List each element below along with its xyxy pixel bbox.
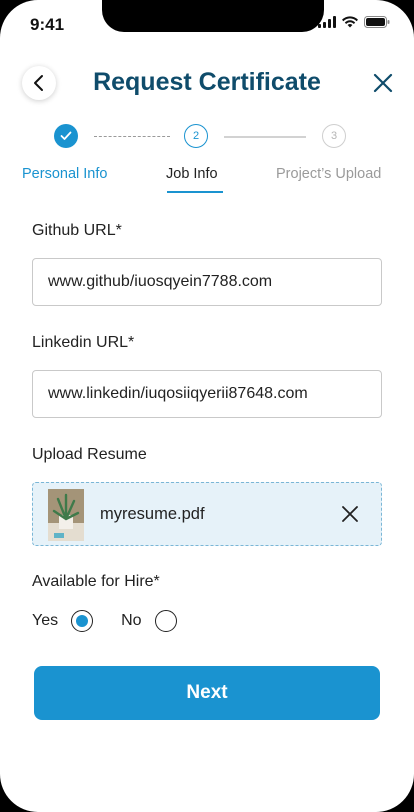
page-title: Request Certificate <box>93 68 321 96</box>
active-tab-indicator <box>167 191 223 193</box>
close-button[interactable] <box>372 72 394 94</box>
battery-icon <box>364 16 390 28</box>
radio-no[interactable] <box>154 610 177 632</box>
tab-personal-info[interactable]: Personal Info <box>22 166 107 182</box>
close-icon <box>373 73 393 93</box>
resume-thumbnail <box>48 489 84 541</box>
remove-file-button[interactable] <box>339 503 361 525</box>
upload-resume-label: Upload Resume <box>32 446 147 463</box>
radio-selected-dot <box>76 615 89 627</box>
step-1-completed <box>54 124 78 148</box>
resume-upload-box[interactable]: myresume.pdf <box>32 482 382 546</box>
progress-stepper: 2 3 <box>0 124 414 150</box>
step-connector-completed <box>94 136 170 137</box>
github-url-label: Github URL* <box>32 222 122 239</box>
resume-file-name: myresume.pdf <box>100 505 205 523</box>
linkedin-url-label: Linkedin URL* <box>32 334 135 351</box>
notch <box>102 0 324 32</box>
hire-radio-group: Yes No <box>32 610 177 632</box>
step-connector-pending <box>224 136 306 138</box>
next-button[interactable]: Next <box>34 666 380 720</box>
status-icons <box>318 16 390 28</box>
checkmark-icon <box>60 131 72 140</box>
signal-icon <box>318 16 336 28</box>
phone-screen: 9:41 Request Certificate 2 3 Personal In… <box>0 0 414 812</box>
step-2-active: 2 <box>184 124 208 148</box>
step-3-pending: 3 <box>322 124 346 148</box>
github-url-input[interactable] <box>32 258 382 306</box>
radio-yes[interactable] <box>71 610 94 632</box>
linkedin-url-input[interactable] <box>32 370 382 418</box>
tab-projects-upload[interactable]: Project’s Upload <box>276 166 381 182</box>
available-for-hire-label: Available for Hire* <box>32 573 160 590</box>
tab-job-info[interactable]: Job Info <box>166 166 218 182</box>
plant-image-icon <box>48 489 84 541</box>
status-time: 9:41 <box>30 15 65 34</box>
radio-no-label: No <box>121 612 142 629</box>
wifi-icon <box>342 16 358 28</box>
radio-yes-label: Yes <box>32 612 59 629</box>
close-icon <box>342 506 358 522</box>
